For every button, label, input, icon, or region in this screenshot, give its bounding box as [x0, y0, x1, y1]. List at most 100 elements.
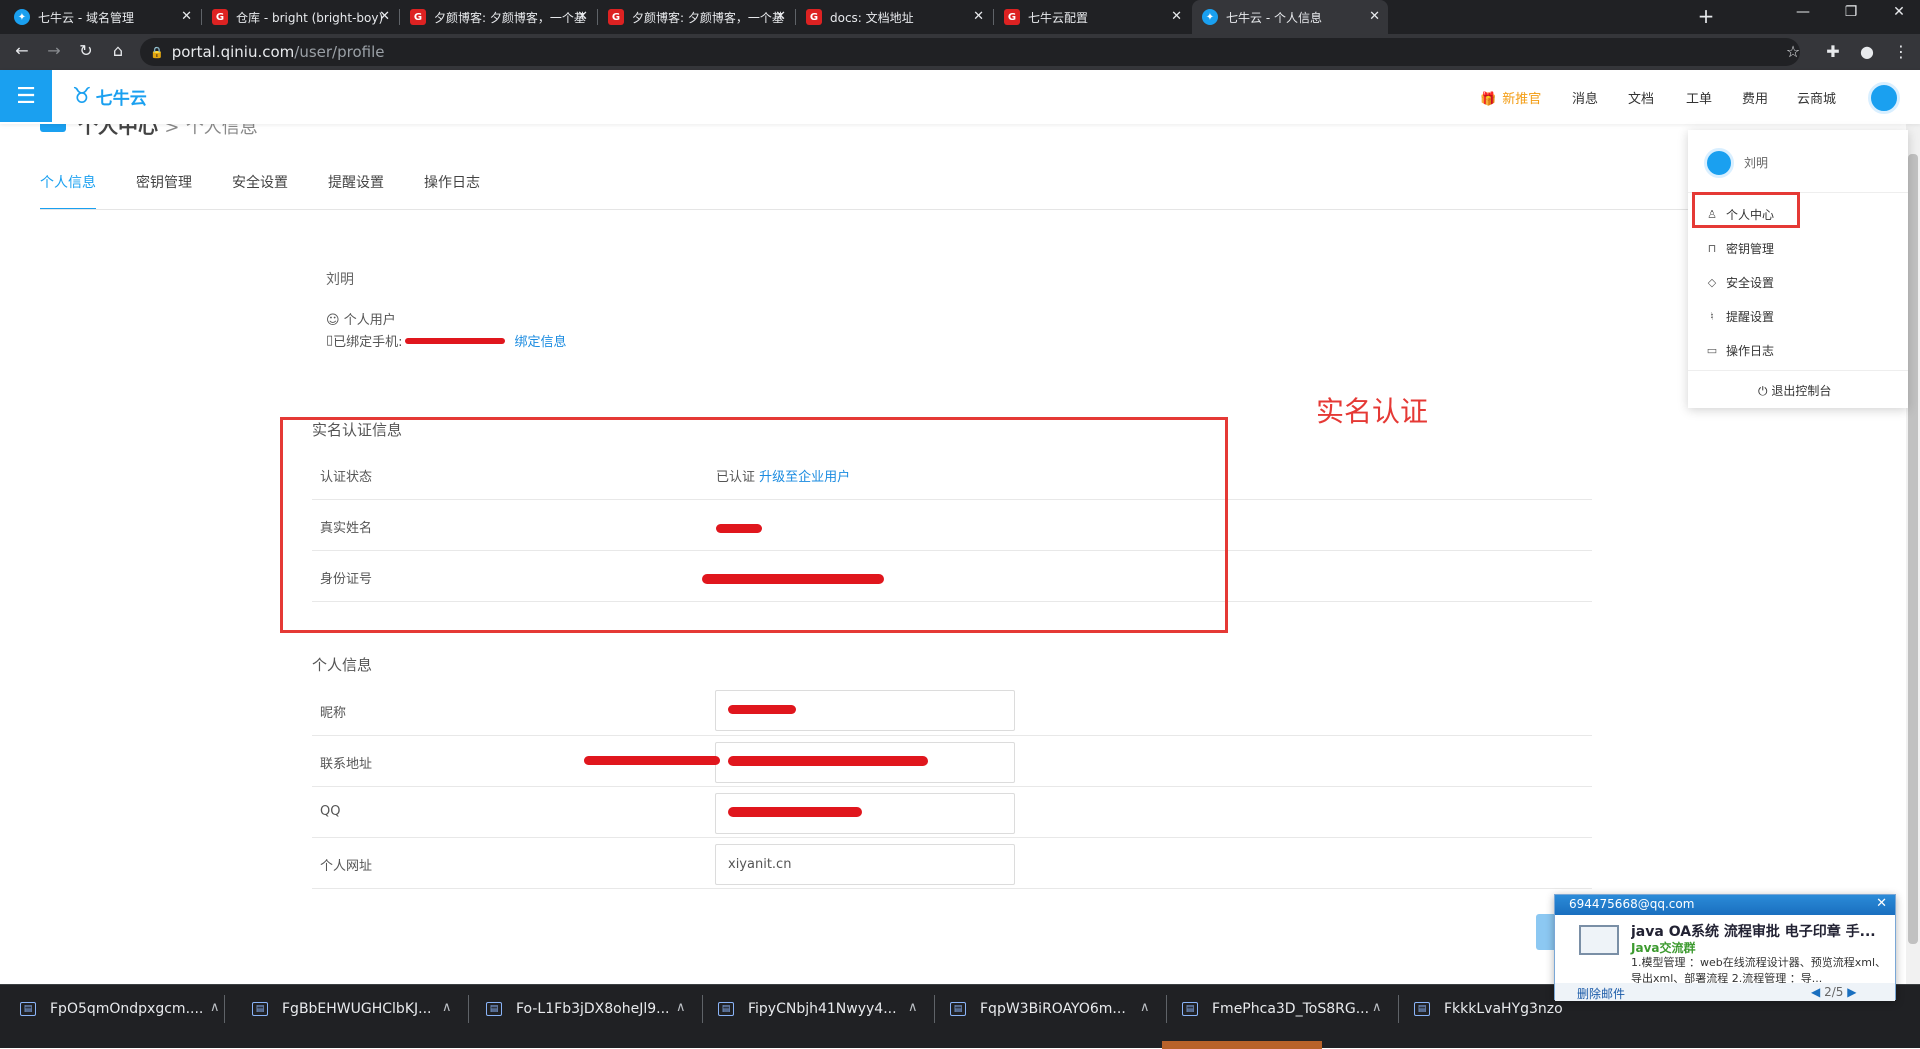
download-item[interactable]: ▤ FipyCNbjh41Nwyy4... ∧	[718, 985, 918, 1033]
brand-logo[interactable]: ♉ 七牛云	[72, 84, 147, 109]
browser-tab-title: docs: 文档地址	[830, 10, 914, 25]
browser-tab[interactable]: G 七牛云配置 ✕	[994, 0, 1190, 34]
tab-security[interactable]: 安全设置	[232, 172, 288, 210]
download-item[interactable]: ▤ FgBbEHWUGHClbKJ... ∧	[252, 985, 452, 1033]
chevron-up-icon[interactable]: ∧	[1372, 1000, 1382, 1015]
extensions-icon[interactable]: ✚	[1822, 42, 1844, 61]
page-scrollbar[interactable]	[1906, 124, 1920, 984]
table-row: 昵称	[312, 684, 1592, 736]
close-icon[interactable]: ✕	[181, 9, 192, 24]
menu-item-label: 密钥管理	[1726, 242, 1775, 256]
close-icon[interactable]: ✕	[775, 9, 786, 24]
browser-tab-title: 七牛云 - 个人信息	[1226, 10, 1322, 25]
nav-docs[interactable]: 文档	[1628, 88, 1654, 107]
close-icon[interactable]: ✕	[1171, 9, 1182, 24]
close-icon[interactable]: ✕	[379, 9, 390, 24]
browser-tab[interactable]: ✦ 七牛云 - 域名管理 ✕	[4, 0, 200, 34]
back-icon[interactable]: ←	[10, 41, 34, 60]
tab-profile[interactable]: 个人信息	[40, 172, 96, 210]
chevron-up-icon[interactable]: ∧	[442, 1000, 452, 1015]
chevron-up-icon[interactable]: ∧	[908, 1000, 918, 1015]
address-bar[interactable]: 🔒 portal.qiniu.com/user/profile	[140, 38, 1800, 66]
download-filename: Fo-L1Fb3jDX8oheJl9...	[516, 1001, 670, 1017]
address-redaction	[584, 754, 720, 769]
menu-item-label: 提醒设置	[1726, 310, 1775, 324]
profile-icon[interactable]: ●	[1856, 42, 1878, 61]
mail-notification[interactable]: 694475668@qq.com ✕ java OA系统 流程审批 电子印章 手…	[1554, 894, 1896, 1002]
download-item[interactable]: ▤ Fo-L1Fb3jDX8oheJl9... ∧	[486, 985, 686, 1033]
bind-info-link[interactable]: 绑定信息	[515, 331, 567, 350]
bell-icon: ♮	[1710, 310, 1714, 323]
breadcrumb-main[interactable]: 个人中心	[78, 124, 158, 138]
nav-promo-link[interactable]: 🎁 新推官	[1480, 88, 1541, 107]
phone-binding: ▯ 已绑定手机: 绑定信息	[326, 331, 567, 350]
qiniu-favicon-icon: ✦	[14, 9, 30, 25]
nav-tickets[interactable]: 工单	[1686, 88, 1712, 107]
browser-tab-active[interactable]: ✦ 七牛云 - 个人信息 ✕	[1192, 0, 1388, 34]
close-icon[interactable]: ✕	[1876, 896, 1887, 911]
close-icon[interactable]: ✕	[973, 9, 984, 24]
browser-tab-title: 夕颜博客: 夕颜博客，一个基于微	[434, 10, 586, 25]
prev-icon[interactable]: ◀	[1811, 985, 1820, 999]
row-label: QQ	[320, 804, 341, 819]
notification-title[interactable]: java OA系统 流程审批 电子印章 手...	[1631, 921, 1887, 941]
browser-tab[interactable]: G 夕颜博客: 夕颜博客，一个基于微 ✕	[400, 0, 596, 34]
avatar[interactable]	[1868, 82, 1900, 114]
minimize-icon[interactable]: —	[1788, 4, 1818, 20]
download-item[interactable]: ▤ FmePhca3D_ToS8RG... ∧	[1182, 985, 1382, 1033]
nav-messages[interactable]: 消息	[1572, 88, 1598, 107]
download-item[interactable]: ▤ FkkkLvaHYg3nzo	[1414, 985, 1563, 1033]
divider	[1398, 995, 1399, 1023]
tabs-divider	[40, 209, 1910, 210]
realname-annotation: 实名认证	[1316, 395, 1429, 428]
forward-icon[interactable]: →	[42, 41, 66, 60]
home-icon[interactable]: ⌂	[106, 41, 130, 60]
browser-tab[interactable]: G 仓库 - bright (bright-boy) - Git ✕	[202, 0, 398, 34]
menu-item-alerts[interactable]: ♮ 提醒设置	[1706, 308, 1774, 325]
next-icon[interactable]: ▶	[1847, 985, 1856, 999]
download-filename: FqpW3BiROAYO6m...	[980, 1001, 1126, 1017]
gitee-favicon-icon: G	[410, 9, 426, 25]
new-tab-button[interactable]: +	[1694, 4, 1718, 28]
nickname-field[interactable]	[715, 690, 1015, 731]
menu-item-keys[interactable]: ⊓ 密钥管理	[1706, 240, 1774, 257]
address-field[interactable]	[715, 742, 1015, 783]
realname-annotation-box	[280, 417, 1228, 633]
nav-billing[interactable]: 费用	[1742, 88, 1768, 107]
scrollbar-thumb[interactable]	[1908, 154, 1918, 944]
browser-tab[interactable]: G 夕颜博客: 夕颜博客，一个基于微 ✕	[598, 0, 794, 34]
restore-icon[interactable]: ❐	[1836, 4, 1866, 20]
app-header: ☰ ♉ 七牛云 🎁 新推官 消息 文档 工单 费用 云商城	[0, 70, 1920, 124]
chevron-up-icon[interactable]: ∧	[1140, 1000, 1150, 1015]
tab-logs[interactable]: 操作日志	[424, 172, 480, 210]
window-close-icon[interactable]: ✕	[1884, 4, 1914, 20]
file-icon: ▤	[1182, 1002, 1198, 1016]
download-item[interactable]: ▤ FqpW3BiROAYO6m... ∧	[950, 985, 1150, 1033]
chevron-up-icon[interactable]: ∧	[676, 1000, 686, 1015]
qq-field[interactable]	[715, 793, 1015, 834]
star-icon[interactable]: ☆	[1782, 42, 1804, 61]
avatar	[1704, 148, 1734, 178]
more-menu-icon[interactable]: ⋮	[1890, 42, 1912, 61]
gitee-favicon-icon: G	[806, 9, 822, 25]
download-item[interactable]: ▤ FpO5qmOndpxgcm.... ∧	[20, 985, 220, 1033]
divider	[1166, 995, 1167, 1023]
close-icon[interactable]: ✕	[577, 9, 588, 24]
qiniu-logo-icon: ♉	[72, 84, 92, 109]
url-host: portal.qiniu.com	[171, 43, 295, 61]
tab-keys[interactable]: 密钥管理	[136, 172, 192, 210]
close-icon[interactable]: ✕	[1369, 9, 1380, 24]
browser-tab[interactable]: G docs: 文档地址 ✕	[796, 0, 992, 34]
delete-mail-link[interactable]: 删除邮件	[1577, 985, 1625, 1002]
power-icon: ⏻	[1758, 384, 1772, 398]
nav-marketplace[interactable]: 云商城	[1797, 88, 1836, 107]
hamburger-menu-icon[interactable]: ☰	[0, 70, 52, 122]
logout-button[interactable]: ⏻ 退出控制台	[1758, 382, 1831, 399]
chevron-up-icon[interactable]: ∧	[210, 1000, 220, 1015]
menu-item-logs[interactable]: ▭ 操作日志	[1706, 342, 1774, 359]
website-field[interactable]: xiyanit.cn	[715, 844, 1015, 885]
tab-alerts[interactable]: 提醒设置	[328, 172, 384, 210]
menu-item-security[interactable]: ◇ 安全设置	[1706, 274, 1774, 291]
reload-icon[interactable]: ↻	[74, 41, 98, 60]
divider	[1688, 370, 1908, 371]
